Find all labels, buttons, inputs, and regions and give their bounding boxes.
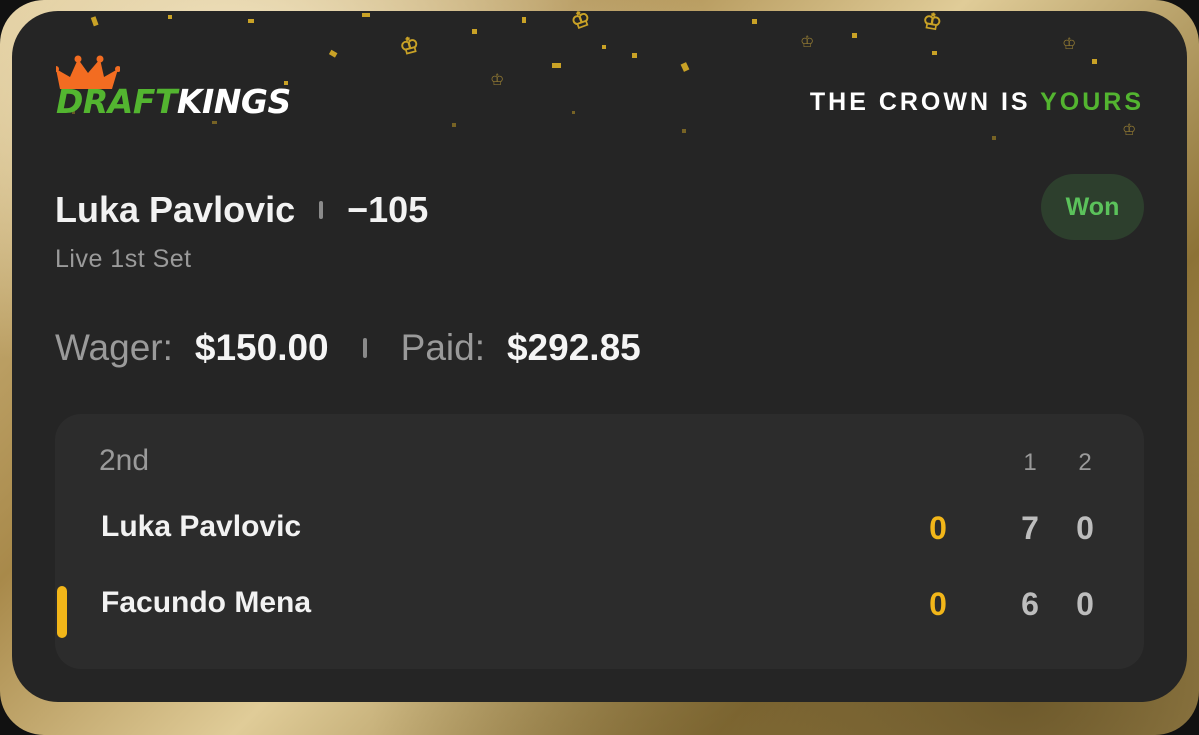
svg-text:♔: ♔	[920, 11, 944, 37]
svg-text:♔: ♔	[1062, 34, 1076, 53]
set-header-2: 2	[1078, 449, 1092, 476]
svg-text:♔: ♔	[800, 32, 814, 51]
tagline-prefix: THE CROWN IS	[809, 88, 1041, 116]
svg-text:♔: ♔	[490, 70, 504, 89]
set-header-1: 1	[1023, 449, 1037, 476]
gold-frame: ♔ ♔ ♔ ♔ ♔ ♔ ♔ DRAFTKINGS THE CROWN IS YO…	[0, 0, 1199, 735]
logo-draft: DRAFT	[56, 82, 177, 121]
svg-text:♔: ♔	[567, 11, 594, 36]
logo-wordmark: DRAFTKINGS	[56, 82, 291, 121]
odds-value: −105	[347, 189, 429, 230]
svg-text:♔: ♔	[397, 31, 423, 61]
paid-value: $292.85	[506, 327, 641, 368]
serve-indicator	[57, 586, 67, 638]
bet-selection-line: Luka Pavlovic −105	[55, 189, 428, 231]
market-label: Live 1st Set	[55, 245, 192, 273]
wager-label: Wager:	[55, 327, 173, 368]
scoreboard[interactable]: 2nd 1 2 Luka Pavlovic 0 7 0 Facundo Mena…	[55, 414, 1144, 669]
player-name: Facundo Mena	[101, 586, 312, 619]
game-score: 0	[929, 510, 947, 546]
divider	[362, 338, 367, 358]
logo-kings: KINGS	[176, 82, 291, 121]
set-score: 0	[1076, 586, 1094, 622]
paid-label: Paid:	[400, 327, 485, 368]
divider	[319, 201, 324, 219]
set-score: 0	[1076, 510, 1094, 546]
svg-text:♔: ♔	[1122, 120, 1136, 139]
wager-value: $150.00	[194, 327, 329, 368]
player-row: Facundo Mena 0 6 0	[55, 582, 1144, 638]
game-score: 0	[929, 586, 947, 622]
player-name: Luka Pavlovic	[101, 510, 302, 543]
selection-name: Luka Pavlovic	[55, 189, 296, 230]
player-row: Luka Pavlovic 0 7 0	[55, 506, 1144, 552]
tagline: THE CROWN IS YOURS	[810, 88, 1144, 117]
set-score: 7	[1021, 510, 1039, 546]
draftkings-logo: DRAFTKINGS	[56, 55, 376, 135]
set-score: 6	[1021, 586, 1039, 622]
period-label: 2nd	[99, 444, 150, 477]
status-badge: Won	[1041, 174, 1144, 240]
bet-card[interactable]: ♔ ♔ ♔ ♔ ♔ ♔ ♔ DRAFTKINGS THE CROWN IS YO…	[12, 11, 1187, 702]
wager-paid-line: Wager: $150.00 Paid: $292.85	[55, 326, 641, 370]
tagline-accent: YOURS	[1040, 88, 1144, 116]
